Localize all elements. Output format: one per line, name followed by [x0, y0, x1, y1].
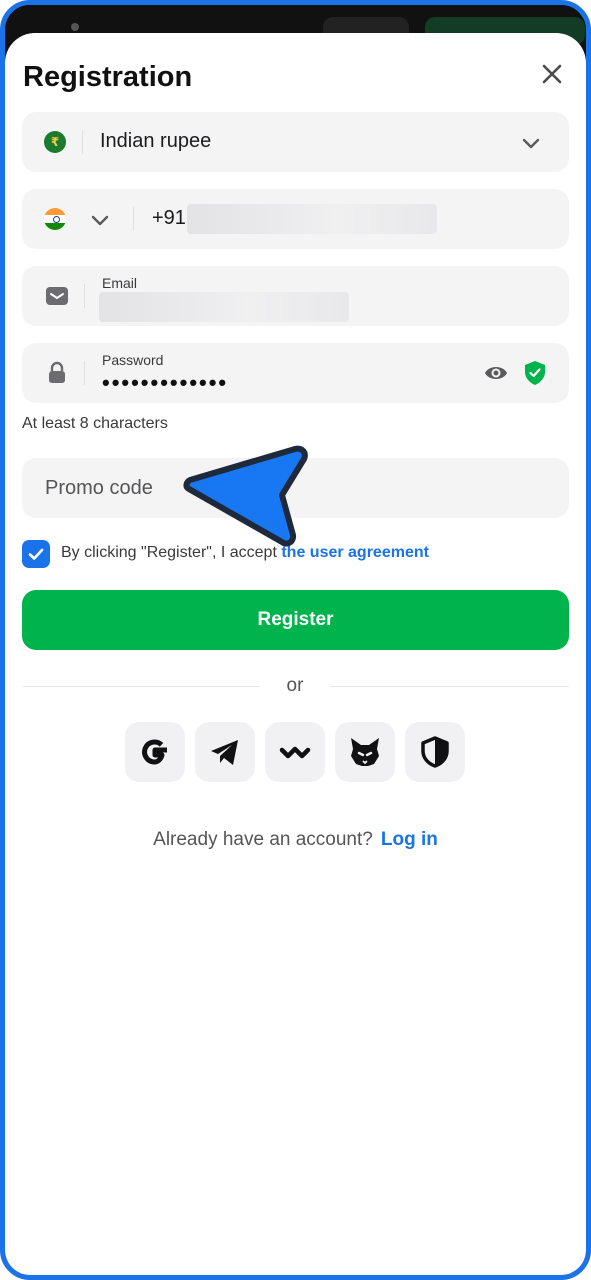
metamask-login-button[interactable] — [335, 722, 395, 782]
or-separator: or — [286, 675, 304, 696]
password-hint: At least 8 characters — [22, 415, 168, 432]
agreement-label: By clicking "Register", I accept — [61, 544, 277, 561]
login-prompt: Already have an account? Log in — [5, 829, 586, 851]
password-value[interactable]: ••••••••••••• — [102, 370, 228, 396]
close-icon[interactable] — [537, 59, 567, 89]
register-button[interactable]: Register — [22, 590, 569, 650]
email-field[interactable]: Email — [22, 266, 569, 326]
chevron-down-icon — [522, 138, 540, 149]
divider — [84, 284, 85, 308]
password-strength-shield-icon — [525, 361, 545, 385]
google-icon — [142, 739, 167, 765]
page-title: Registration — [23, 61, 193, 93]
divider — [82, 130, 83, 154]
promo-code-input[interactable]: Promo code — [22, 458, 569, 518]
phone-number-redacted[interactable] — [187, 204, 437, 234]
password-field[interactable]: Password ••••••••••••• — [22, 343, 569, 403]
india-flag-icon[interactable] — [44, 208, 66, 230]
agreement-checkbox[interactable] — [22, 540, 50, 568]
phone-frame: Registration ₹ Indian rupee +91 Email Pa… — [0, 0, 591, 1280]
camera-dot — [71, 23, 79, 31]
email-value-redacted[interactable] — [99, 292, 349, 322]
currency-select[interactable]: ₹ Indian rupee — [22, 112, 569, 172]
telegram-icon — [211, 740, 238, 765]
divider-right — [330, 686, 569, 687]
check-icon — [28, 548, 44, 560]
telegram-login-button[interactable] — [195, 722, 255, 782]
walletconnect-icon — [279, 746, 311, 759]
shield-login-button[interactable] — [405, 722, 465, 782]
lock-icon — [49, 361, 65, 383]
login-prompt-text: Already have an account? — [153, 829, 373, 850]
divider — [133, 207, 134, 231]
promo-placeholder: Promo code — [45, 477, 153, 499]
phone-prefix: +91 — [152, 207, 186, 229]
user-agreement-link[interactable]: the user agreement — [281, 544, 429, 561]
phone-field[interactable]: +91 — [22, 189, 569, 249]
country-chevron-icon[interactable] — [89, 209, 111, 231]
agreement-text: By clicking "Register", I accept the use… — [61, 544, 429, 562]
divider — [84, 361, 85, 385]
email-label: Email — [102, 275, 138, 291]
currency-value: Indian rupee — [100, 130, 212, 152]
walletconnect-login-button[interactable] — [265, 722, 325, 782]
divider-left — [22, 686, 260, 687]
eye-icon[interactable] — [484, 362, 508, 384]
shield-icon — [421, 736, 449, 768]
google-login-button[interactable] — [125, 722, 185, 782]
registration-sheet: Registration ₹ Indian rupee +91 Email Pa… — [5, 33, 586, 1275]
login-link[interactable]: Log in — [381, 829, 438, 850]
rupee-icon: ₹ — [44, 131, 66, 153]
mail-icon — [46, 287, 68, 305]
metamask-icon — [351, 738, 379, 766]
password-label: Password — [102, 352, 164, 368]
